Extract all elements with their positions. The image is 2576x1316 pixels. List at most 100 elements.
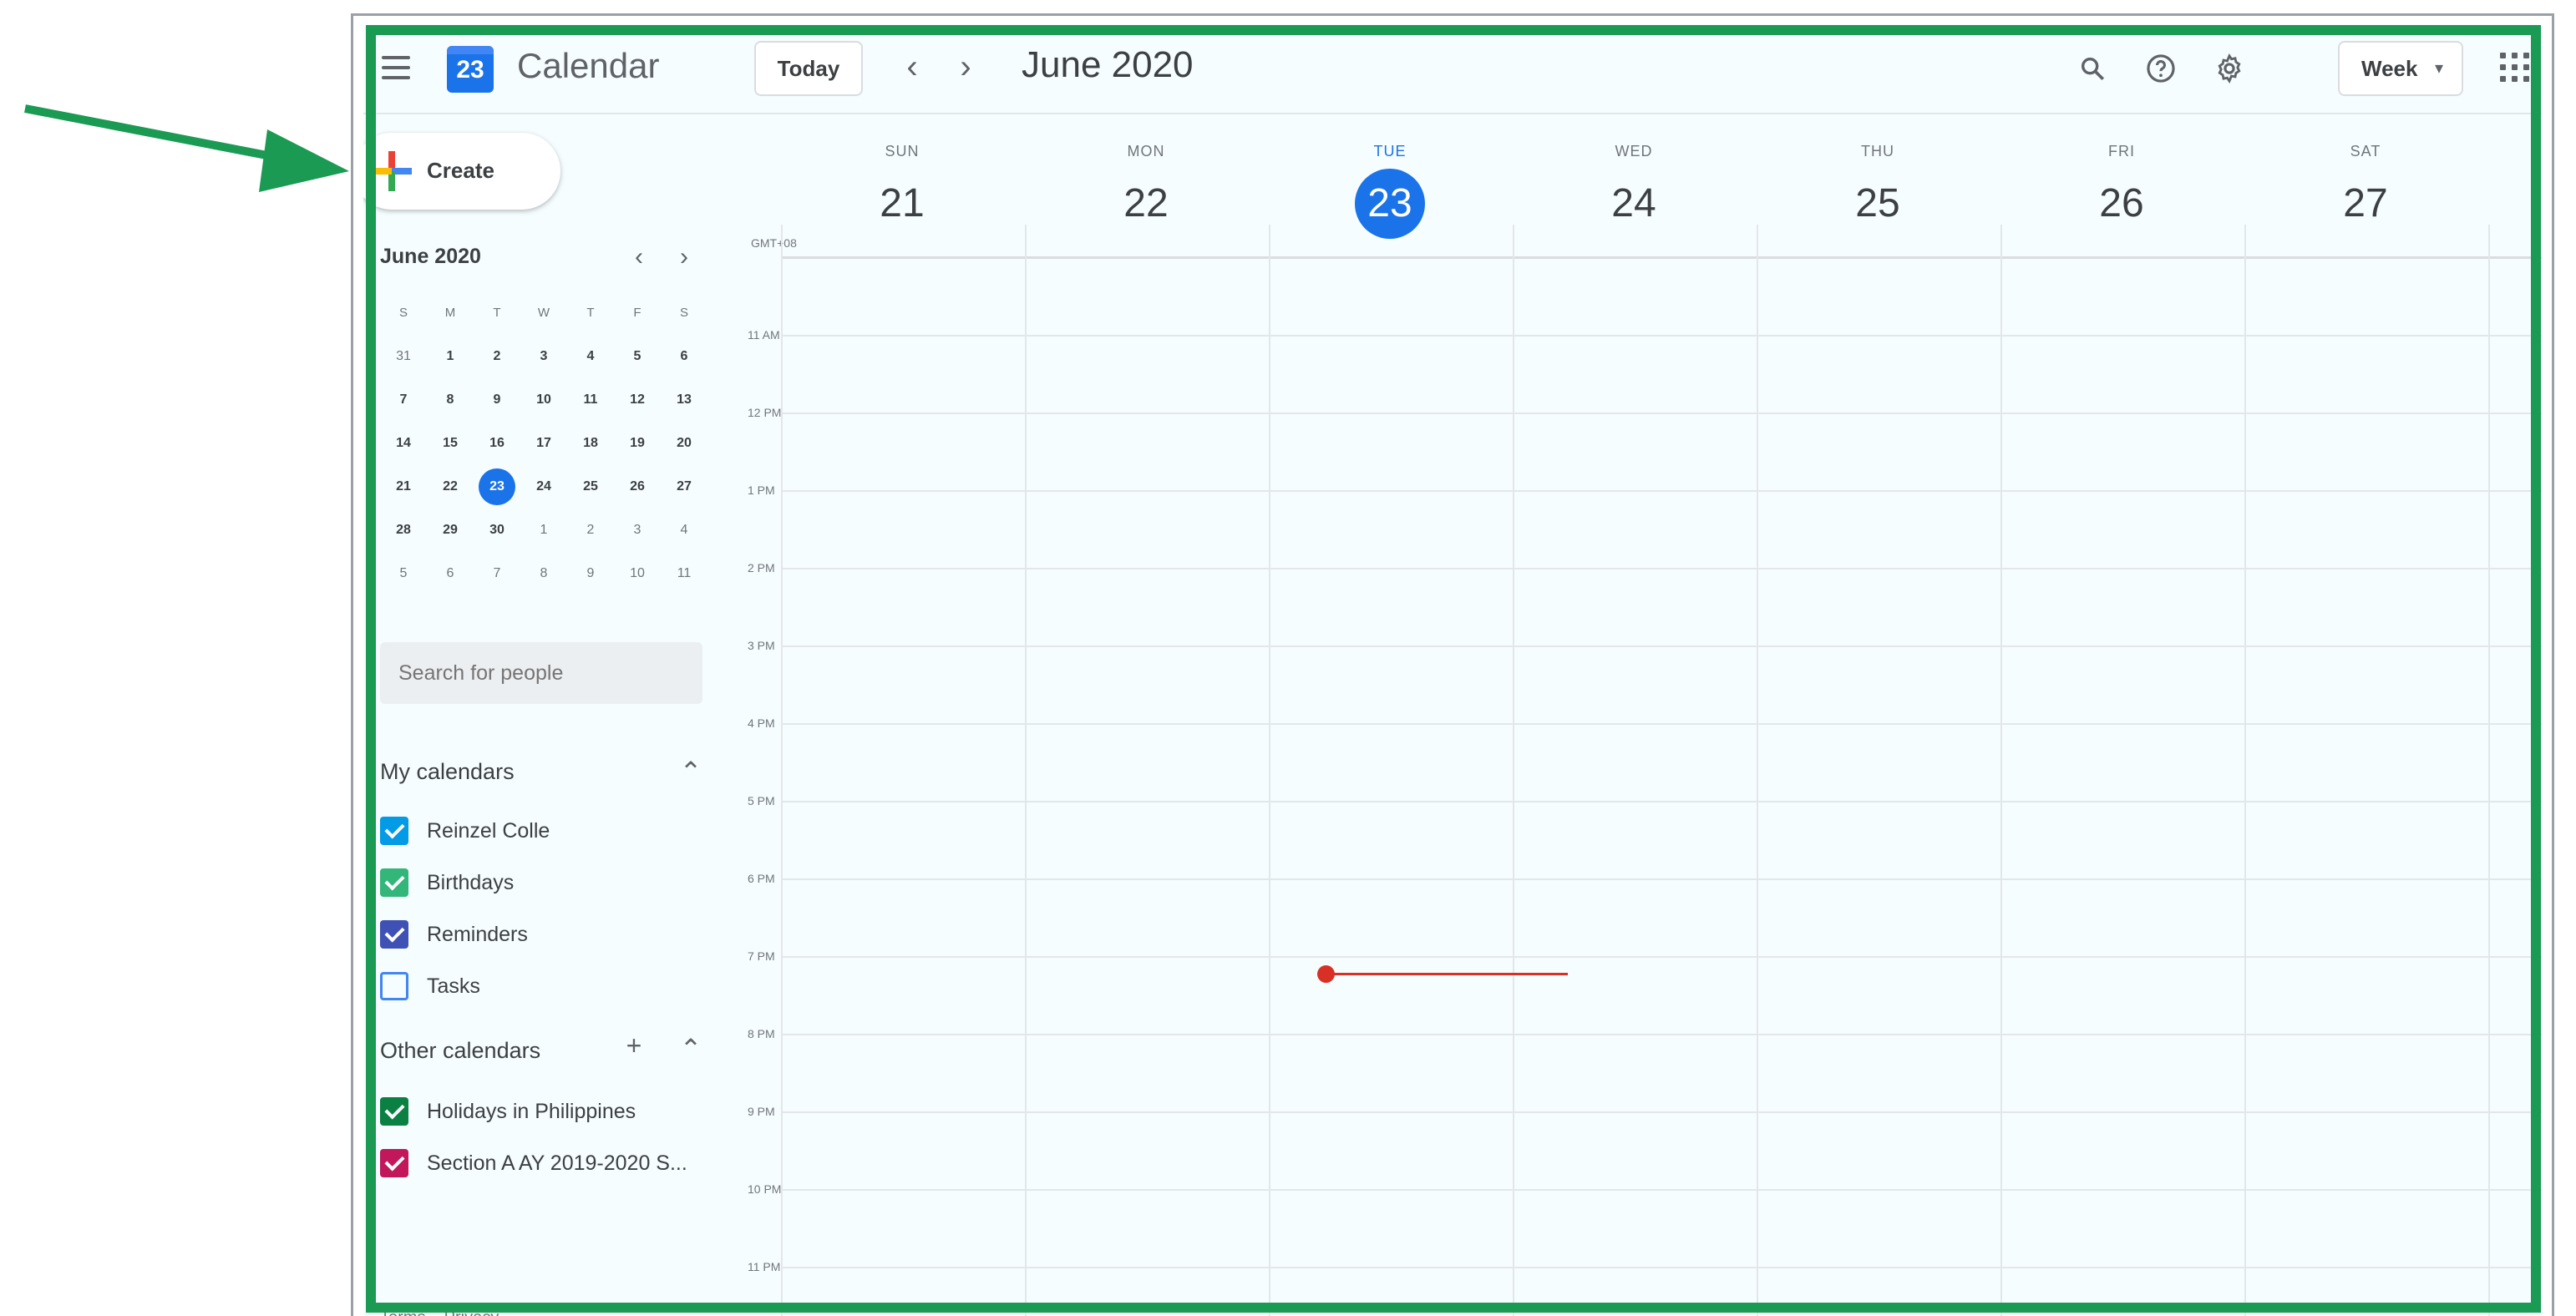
mini-day[interactable]: 5 xyxy=(380,555,427,592)
hour-label: 11 PM xyxy=(748,1260,781,1273)
current-period-title: June 2020 xyxy=(1022,44,1194,85)
day-header[interactable]: MON 22 xyxy=(1025,143,1267,239)
mini-day[interactable]: 2 xyxy=(474,338,520,375)
current-time-dot xyxy=(1317,965,1335,983)
mini-day[interactable]: 9 xyxy=(567,555,614,592)
mini-day[interactable]: 31 xyxy=(380,338,427,375)
hour-label: 5 PM xyxy=(748,794,775,807)
mini-day[interactable]: 19 xyxy=(614,425,661,462)
collapse-my-calendars-icon[interactable]: ⌃ xyxy=(674,756,707,789)
hour-gridline xyxy=(781,1111,2542,1113)
mini-week-row: 7 8 9 10 11 12 13 xyxy=(380,378,707,422)
help-icon[interactable] xyxy=(2136,44,2186,94)
calendar-item[interactable]: Birthdays xyxy=(380,864,514,901)
day-header-weekday: WED xyxy=(1615,143,1653,159)
day-header[interactable]: THU 25 xyxy=(1757,143,1999,239)
calendar-item[interactable]: Tasks xyxy=(380,968,480,1005)
mini-day[interactable]: 12 xyxy=(614,382,661,418)
mini-day[interactable]: 11 xyxy=(661,555,707,592)
search-icon[interactable] xyxy=(2067,44,2117,94)
today-button[interactable]: Today xyxy=(754,41,863,96)
mini-day[interactable]: 10 xyxy=(520,382,567,418)
calendar-item[interactable]: Holidays in Philippines xyxy=(380,1093,636,1130)
hour-gridline xyxy=(781,568,2542,569)
calendar-logo-icon: 23 xyxy=(447,46,494,93)
day-column-divider xyxy=(1269,225,1270,1316)
mini-day[interactable]: 22 xyxy=(427,468,474,505)
collapse-other-calendars-icon[interactable]: ⌃ xyxy=(674,1033,707,1066)
mini-day[interactable]: 4 xyxy=(661,512,707,549)
previous-week-button[interactable]: ‹ xyxy=(891,46,933,91)
mini-day[interactable]: 1 xyxy=(520,512,567,549)
mini-day[interactable]: 14 xyxy=(380,425,427,462)
mini-day[interactable]: 6 xyxy=(661,338,707,375)
mini-day[interactable]: 27 xyxy=(661,468,707,505)
day-header-date[interactable]: 24 xyxy=(1599,169,1669,239)
mini-day[interactable]: 4 xyxy=(567,338,614,375)
create-button[interactable]: Create xyxy=(363,133,560,210)
hour-gridline xyxy=(781,1189,2542,1191)
hour-label: 10 PM xyxy=(748,1182,782,1196)
day-header-date[interactable]: 26 xyxy=(2087,169,2157,239)
hour-label: 8 PM xyxy=(748,1027,775,1040)
settings-icon[interactable] xyxy=(2204,44,2254,94)
mini-day[interactable]: 2 xyxy=(567,512,614,549)
mini-day[interactable]: 21 xyxy=(380,468,427,505)
mini-day[interactable]: 25 xyxy=(567,468,614,505)
mini-day[interactable]: 8 xyxy=(427,382,474,418)
mini-day[interactable]: 28 xyxy=(380,512,427,549)
search-people-input[interactable] xyxy=(380,642,702,704)
day-header-date[interactable]: 25 xyxy=(1843,169,1913,239)
next-week-button[interactable]: › xyxy=(945,46,986,91)
hour-gridline xyxy=(781,723,2542,725)
mini-day[interactable]: 15 xyxy=(427,425,474,462)
mini-day-selected[interactable]: 23 xyxy=(474,468,520,505)
mini-day[interactable]: 10 xyxy=(614,555,661,592)
add-other-calendar-icon[interactable]: + xyxy=(617,1030,651,1063)
hour-gridline xyxy=(781,335,2542,337)
mini-day[interactable]: 7 xyxy=(380,382,427,418)
mini-day[interactable]: 29 xyxy=(427,512,474,549)
mini-day[interactable]: 20 xyxy=(661,425,707,462)
mini-day[interactable]: 5 xyxy=(614,338,661,375)
day-header[interactable]: SUN 21 xyxy=(781,143,1023,239)
mini-day[interactable]: 18 xyxy=(567,425,614,462)
view-selector[interactable]: Week ▾ xyxy=(2338,41,2463,96)
calendar-item-label: Holidays in Philippines xyxy=(427,1099,636,1123)
mini-day[interactable]: 13 xyxy=(661,382,707,418)
day-header[interactable]: FRI 26 xyxy=(2000,143,2243,239)
mini-day[interactable]: 6 xyxy=(427,555,474,592)
mini-weekday-label: T xyxy=(586,306,595,320)
mini-day[interactable]: 3 xyxy=(520,338,567,375)
mini-day[interactable]: 24 xyxy=(520,468,567,505)
mini-day[interactable]: 8 xyxy=(520,555,567,592)
calendar-item[interactable]: Reinzel Colle xyxy=(380,812,550,849)
calendar-item[interactable]: Reminders xyxy=(380,916,528,953)
day-header-date[interactable]: 21 xyxy=(867,169,937,239)
mini-day[interactable]: 26 xyxy=(614,468,661,505)
day-header[interactable]: WED 24 xyxy=(1513,143,1755,239)
menu-icon[interactable] xyxy=(382,56,410,81)
mini-day[interactable]: 1 xyxy=(427,338,474,375)
mini-day[interactable]: 7 xyxy=(474,555,520,592)
mini-day[interactable]: 3 xyxy=(614,512,661,549)
mini-day[interactable]: 9 xyxy=(474,382,520,418)
day-header-date[interactable]: 22 xyxy=(1111,169,1181,239)
day-header-date[interactable]: 27 xyxy=(2330,169,2401,239)
day-header[interactable]: SAT 27 xyxy=(2244,143,2487,239)
day-header[interactable]: TUE 23 xyxy=(1269,143,1511,239)
terms-privacy-link[interactable]: Terms – Privacy xyxy=(380,1308,499,1316)
mini-day[interactable]: 17 xyxy=(520,425,567,462)
mini-day[interactable]: 30 xyxy=(474,512,520,549)
mini-day[interactable]: 11 xyxy=(567,382,614,418)
mini-prev-month-button[interactable]: ‹ xyxy=(622,241,656,275)
mini-next-month-button[interactable]: › xyxy=(667,241,701,275)
mini-day[interactable]: 16 xyxy=(474,425,520,462)
calendar-item[interactable]: Section A AY 2019-2020 S... xyxy=(380,1145,687,1182)
day-header-weekday: SAT xyxy=(2350,143,2381,159)
calendar-item-label: Reminders xyxy=(427,922,528,946)
apps-grid-icon[interactable] xyxy=(2500,53,2530,83)
day-header-date-today[interactable]: 23 xyxy=(1355,169,1425,239)
hour-label: 6 PM xyxy=(748,872,775,885)
day-column-divider xyxy=(1757,225,1758,1316)
